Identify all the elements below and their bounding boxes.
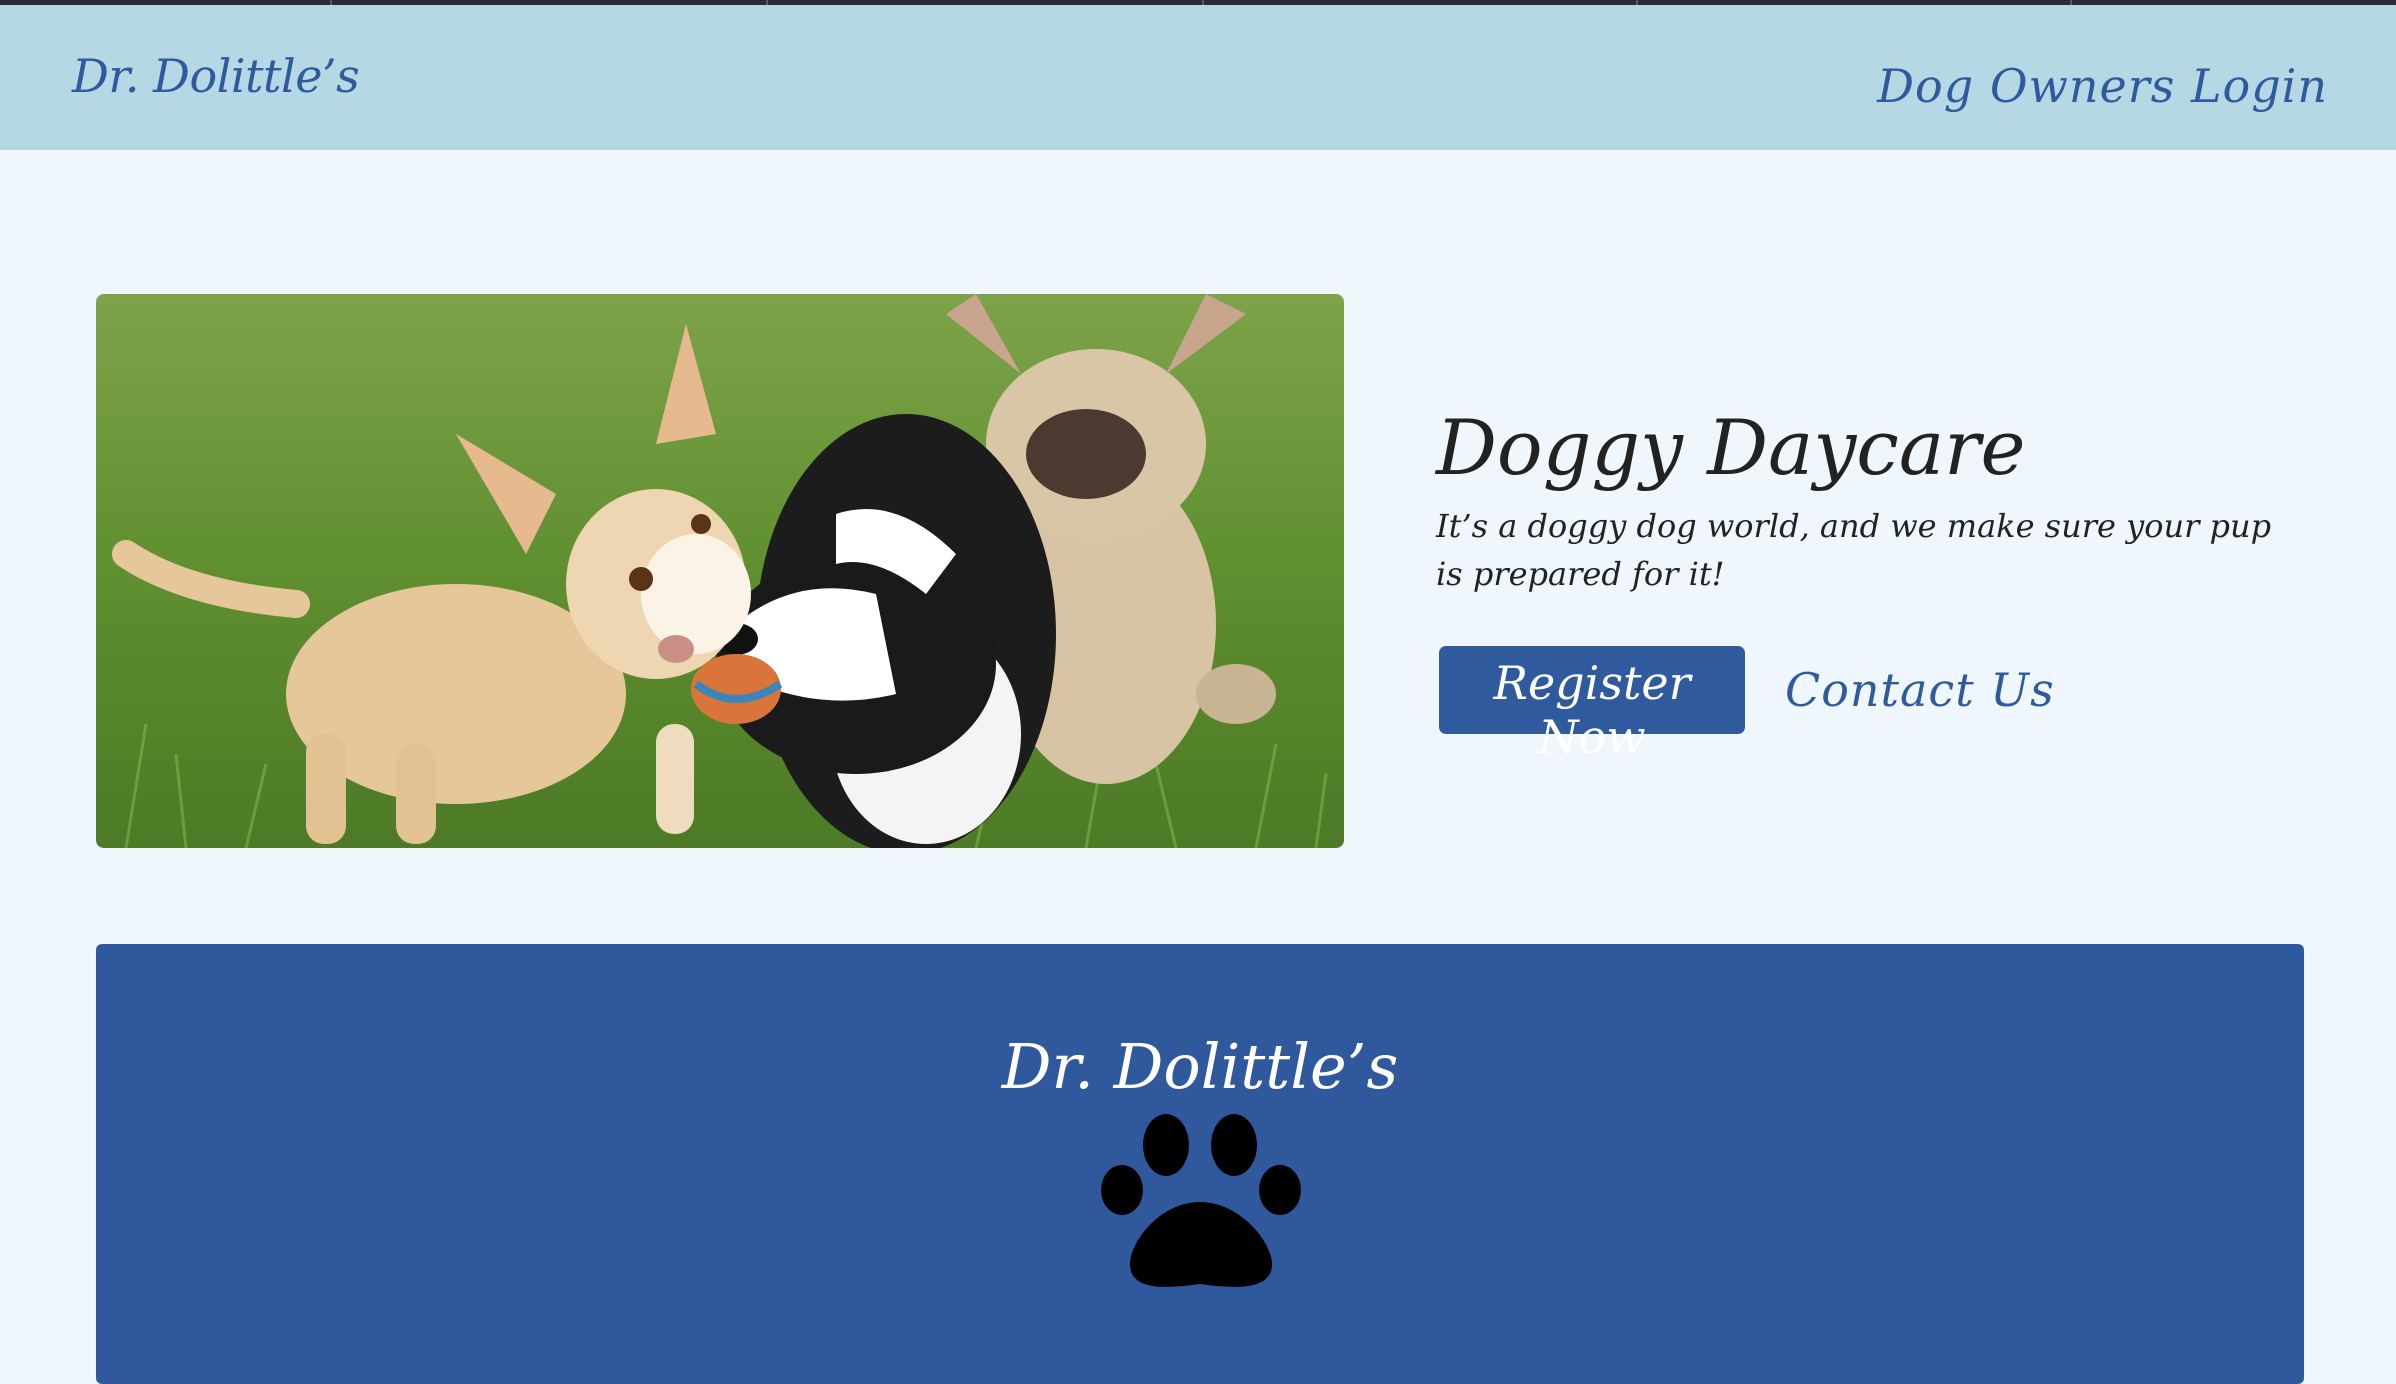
hero-image (96, 294, 1344, 848)
register-now-button[interactable]: Register Now (1439, 646, 1745, 764)
hero-text: Doggy Daycare It’s a doggy dog world, an… (1436, 406, 2296, 598)
dog-owners-login-link[interactable]: Dog Owners Login (1877, 59, 2328, 113)
hero-actions: Register Now Contact Us (1439, 646, 2055, 764)
contact-us-link[interactable]: Contact Us (1785, 663, 2055, 717)
navbar: Dr. Dolittle’s Dog Owners Login (0, 5, 2396, 150)
footer-title: Dr. Dolittle’s (1001, 1030, 1399, 1103)
hero-subtitle: It’s a doggy dog world, and we make sure… (1436, 506, 2272, 593)
paw-icon (1101, 1114, 1301, 1287)
hero-title: Doggy Daycare (1436, 403, 2026, 492)
footer-card: Dr. Dolittle’s (96, 944, 2304, 1384)
brand-logo-link[interactable]: Dr. Dolittle’s (72, 49, 360, 103)
